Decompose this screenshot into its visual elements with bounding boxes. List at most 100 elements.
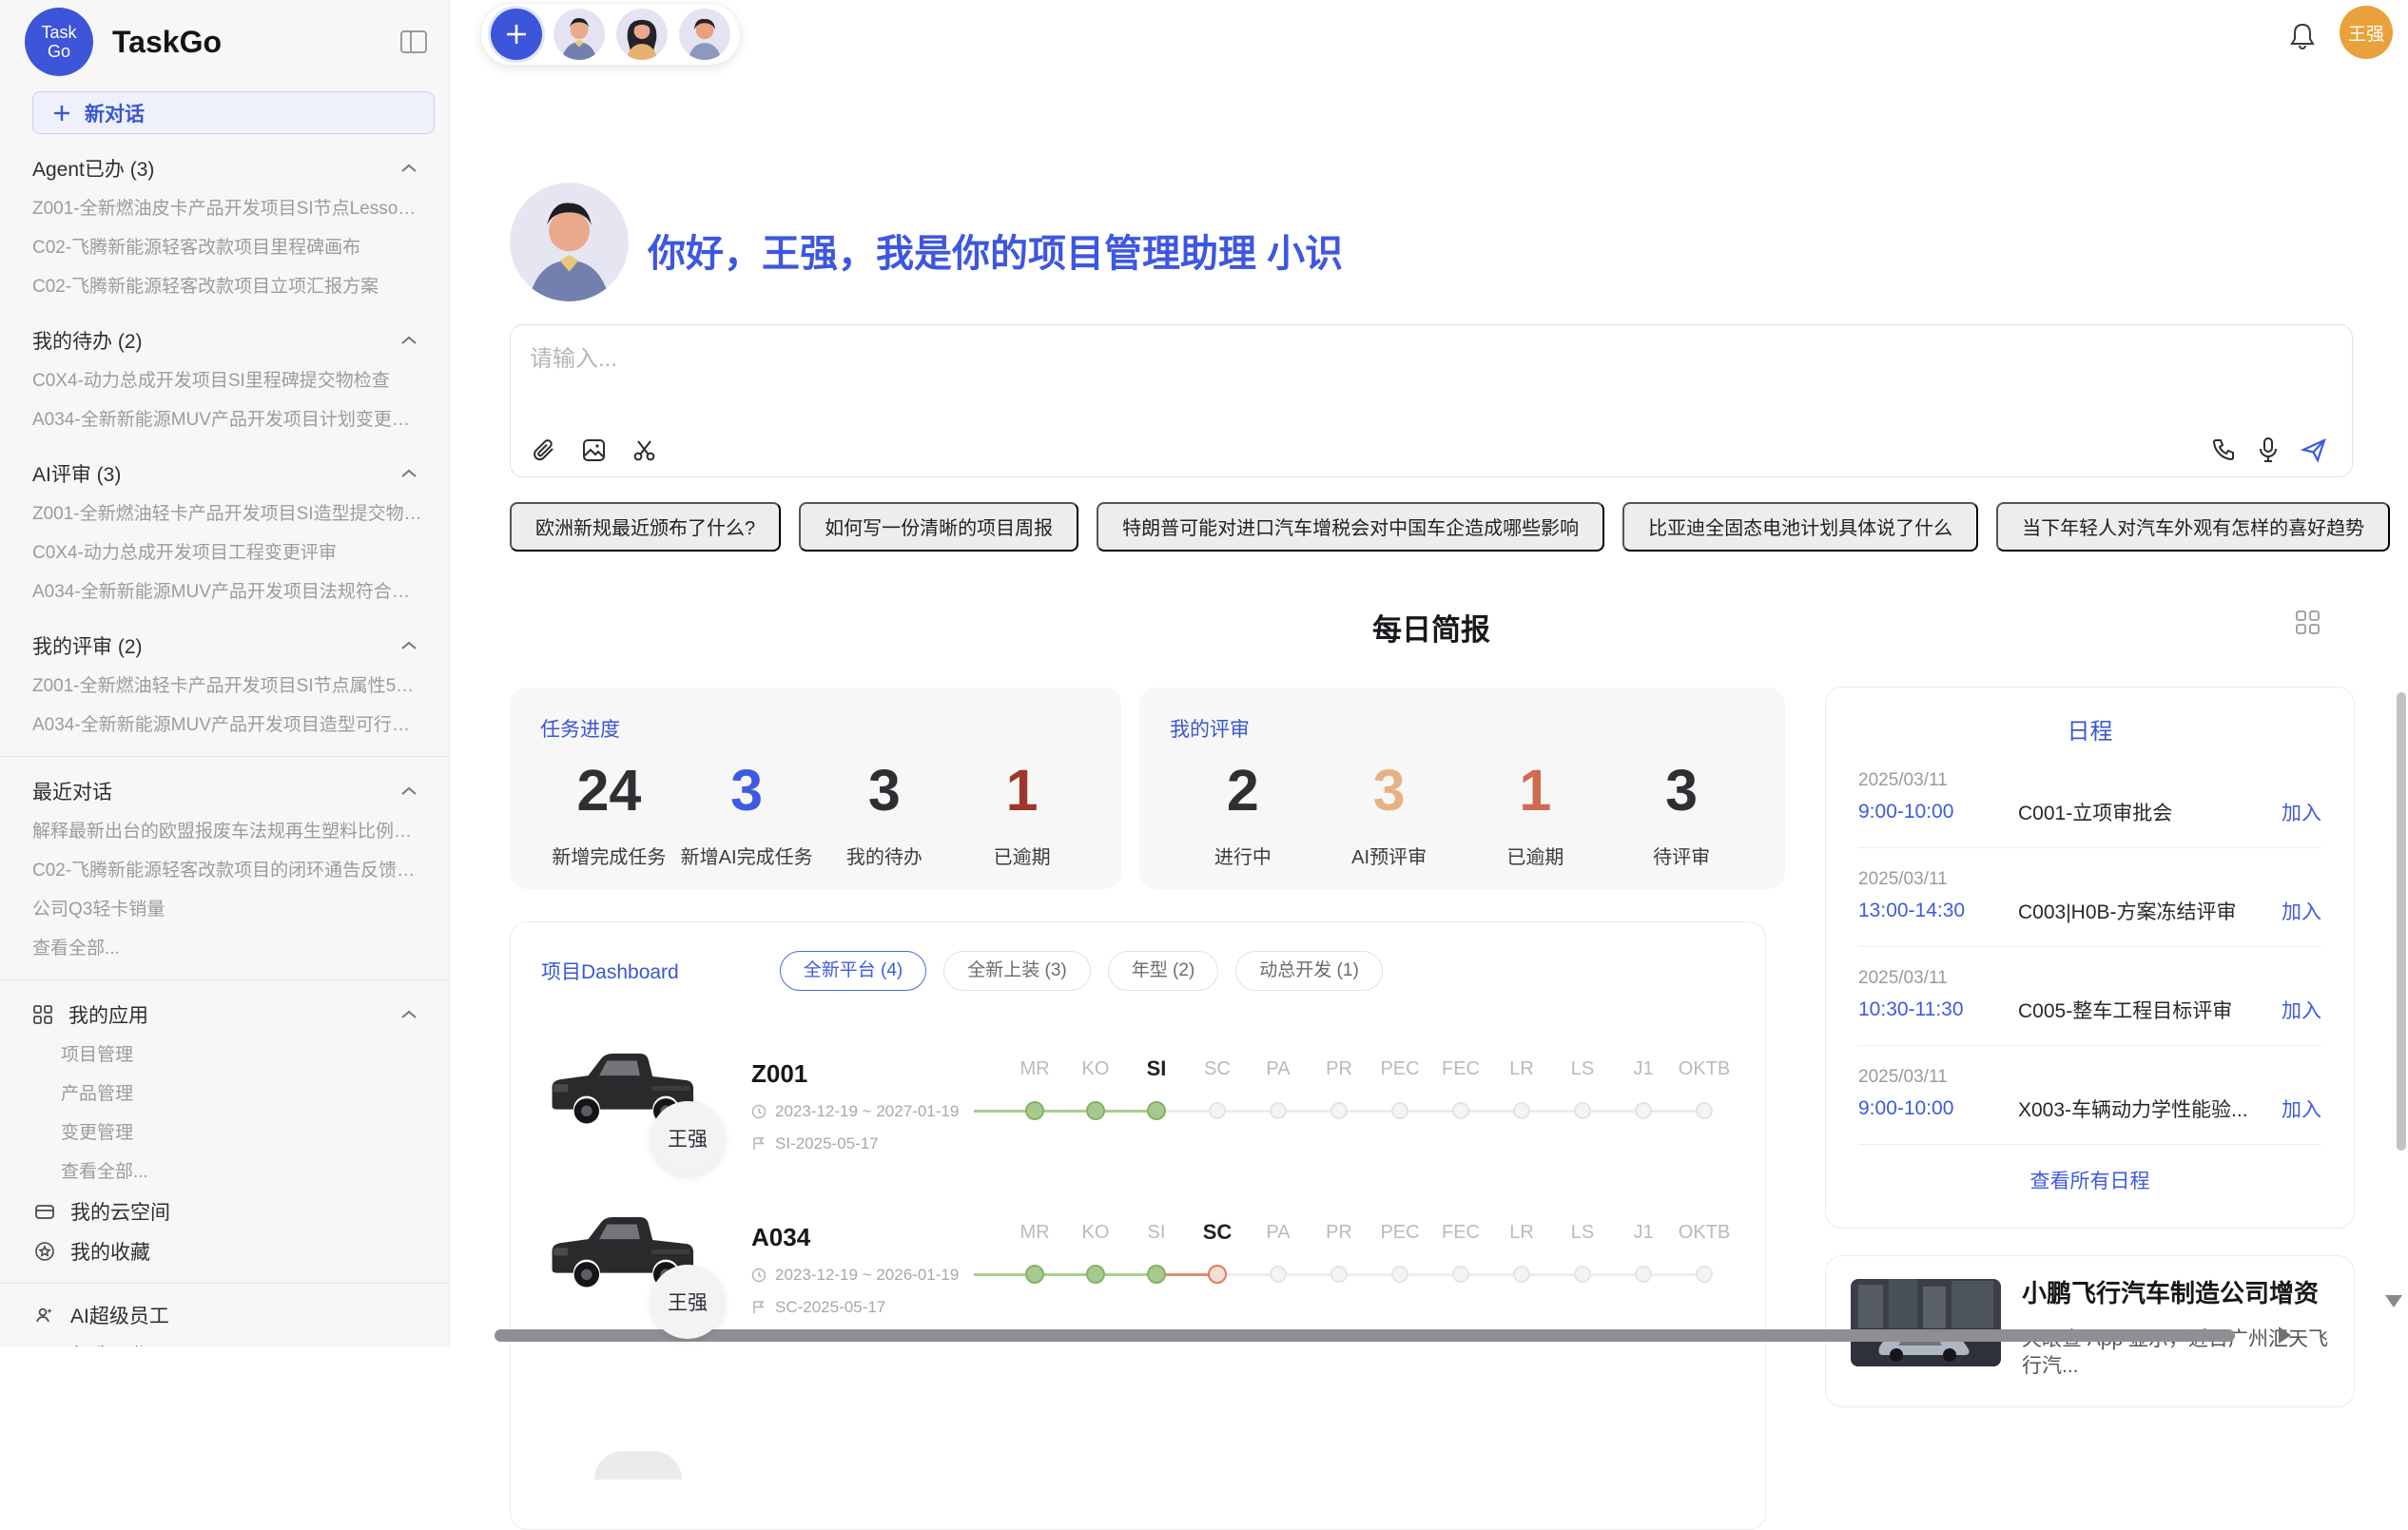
schedule-item: 2025/03/11 13:00-14:30 C003|H0B-方案冻结评审 加… — [1858, 869, 2321, 947]
member-avatar[interactable] — [553, 9, 605, 60]
sidebar-task-item[interactable]: A034-全新新能源MUV产品开发项目计划变更表编写 — [0, 400, 449, 439]
vertical-scrollbar-thumb[interactable] — [2397, 692, 2406, 1151]
main-area: 王强 你好，王强，我是你的项目管理助理 小识 — [450, 0, 2408, 1346]
sidebar-collapse-icon[interactable] — [399, 29, 428, 55]
my-review-link[interactable]: 我的评审 — [1170, 714, 1755, 743]
view-all-schedule-link[interactable]: 查看所有日程 — [1858, 1166, 2321, 1194]
member-avatar[interactable] — [616, 9, 668, 60]
milestone-dot — [1270, 1102, 1287, 1119]
project-row[interactable]: 王强 A034 2023-12-19 ~ 2026-01-19 — [541, 1200, 1735, 1318]
milestone-label: SI — [1148, 1219, 1166, 1246]
sidebar-apps-header[interactable]: 我的应用 — [0, 994, 449, 1036]
sidebar-task-item[interactable]: Z001-全新燃油轻卡产品开发项目SI节点属性5D文件评审 — [0, 667, 449, 706]
sidebar-task-item[interactable]: C0X4-动力总成开发项目SI里程碑提交物检查 — [0, 361, 449, 400]
join-meeting-link[interactable]: 加入 — [2282, 798, 2321, 826]
stat-label: 我的待办 — [816, 842, 954, 869]
suggestion-chip[interactable]: 比亚迪全固态电池计划具体说了什么 — [1622, 502, 1978, 552]
message-composer — [510, 324, 2353, 477]
sidebar-section-header[interactable]: 我的待办 (2) — [0, 320, 449, 361]
dashboard-filter-chip[interactable]: 动总开发 (1) — [1235, 951, 1383, 991]
sidebar-task-item[interactable]: A034-全新新能源MUV产品开发项目法规符合性评审 — [0, 572, 449, 611]
phone-icon[interactable] — [2211, 437, 2236, 462]
new-chat-label: 新对话 — [85, 99, 145, 127]
sidebar-item-cloud-space[interactable]: 我的云空间 — [0, 1191, 449, 1231]
milestone-dot — [1209, 1102, 1226, 1119]
milestone-dot — [1452, 1102, 1469, 1119]
join-meeting-link[interactable]: 加入 — [2282, 897, 2321, 925]
add-member-button[interactable] — [491, 9, 542, 60]
briefing-layout-icon[interactable] — [2295, 610, 2321, 635]
recent-chat-item[interactable]: 查看全部... — [0, 929, 449, 968]
recent-chat-item[interactable]: C02-飞腾新能源轻客改款项目的闭环通告反馈情况 — [0, 851, 449, 890]
sidebar-ai-tool[interactable]: AI超级员工 — [0, 1295, 449, 1335]
join-meeting-link[interactable]: 加入 — [2282, 1094, 2321, 1123]
notification-bell-icon[interactable] — [2288, 21, 2317, 51]
suggestion-chips: 欧洲新规最近颁布了什么? 如何写一份清晰的项目周报 特朗普可能对进口汽车增税会对… — [510, 502, 2390, 552]
suggestion-chip[interactable]: 如何写一份清晰的项目周报 — [799, 502, 1078, 552]
milestone-dot — [1696, 1266, 1713, 1283]
task-progress-link[interactable]: 任务进度 — [540, 714, 1091, 743]
sidebar-section-items: Z001-全新燃油皮卡产品开发项目SI节点Lesson Learn报告 C02-… — [0, 189, 449, 306]
member-avatar[interactable] — [679, 9, 730, 60]
app-item[interactable]: 变更管理 — [0, 1114, 449, 1152]
milestone-label: J1 — [1633, 1219, 1653, 1246]
sidebar-task-item[interactable]: Z001-全新燃油皮卡产品开发项目SI节点Lesson Learn报告 — [0, 189, 449, 228]
app-item[interactable]: 项目管理 — [0, 1036, 449, 1075]
stat-label: 新增完成任务 — [540, 842, 678, 869]
suggestion-chip[interactable]: 欧洲新规最近颁布了什么? — [510, 502, 781, 552]
milestone-label: SC — [1204, 1056, 1231, 1082]
suggestion-chip[interactable]: 当下年轻人对汽车外观有怎样的喜好趋势 — [1996, 502, 2390, 552]
send-icon[interactable] — [2301, 436, 2327, 463]
dashboard-filter-chip[interactable]: 全新平台 (4) — [780, 951, 927, 991]
dashboard-filter-chip[interactable]: 年型 (2) — [1108, 951, 1219, 991]
microphone-icon[interactable] — [2257, 436, 2280, 463]
user-avatar[interactable]: 王强 — [2340, 6, 2393, 59]
suggestion-chip[interactable]: 特朗普可能对进口汽车增税会对中国车企造成哪些影响 — [1097, 502, 1604, 552]
project-dashboard-link[interactable]: 项目Dashboard — [541, 957, 679, 985]
recent-chat-item[interactable]: 公司Q3轻卡销量 — [0, 890, 449, 929]
scissors-icon[interactable] — [631, 437, 657, 463]
sidebar-ai-tool[interactable]: 帮我写作 — [0, 1335, 449, 1346]
stat-value: 3 — [678, 756, 816, 824]
message-input[interactable] — [530, 340, 1956, 378]
scroll-down-arrow-icon[interactable] — [2385, 1295, 2402, 1307]
sidebar-section-title: Agent已办 (3) — [32, 154, 154, 183]
image-icon[interactable] — [581, 437, 607, 463]
schedule-card: 日程 2025/03/11 9:00-10:00 C001-立项审批会 加入 2… — [1825, 687, 2355, 1229]
horizontal-scrollbar-thumb[interactable] — [495, 1329, 2235, 1342]
clock-icon — [751, 1104, 767, 1119]
project-dates: 2023-12-19 ~ 2027-01-19 — [775, 1102, 959, 1121]
stat-label: 新增AI完成任务 — [678, 842, 816, 869]
stat-value: 24 — [540, 756, 678, 824]
milestone-dot — [1574, 1102, 1591, 1119]
milestone-label: KO — [1082, 1219, 1110, 1246]
new-chat-button[interactable]: 新对话 — [32, 91, 435, 134]
sidebar-task-item[interactable]: C02-飞腾新能源轻客改款项目立项汇报方案 — [0, 267, 449, 306]
dashboard-filter-chip[interactable]: 全新上装 (3) — [943, 951, 1091, 991]
sidebar-item-favorites[interactable]: 我的收藏 — [0, 1231, 449, 1271]
sidebar-section-header[interactable]: Agent已办 (3) — [0, 147, 449, 189]
sidebar-recent-header[interactable]: 最近对话 — [0, 770, 449, 812]
team-avatar-bar — [480, 3, 741, 66]
sidebar-section: Agent已办 (3) Z001-全新燃油皮卡产品开发项目SI节点Lesson … — [0, 147, 449, 306]
app-item[interactable]: 查看全部... — [0, 1152, 449, 1191]
sidebar-task-item[interactable]: A034-全新新能源MUV产品开发项目造型可行性评审 — [0, 706, 449, 745]
app-item[interactable]: 产品管理 — [0, 1075, 449, 1114]
task-progress-card: 任务进度 24 新增完成任务 3 新增AI完成任务 3 我的待办 — [510, 688, 1121, 889]
sidebar-section-title: AI评审 (3) — [32, 459, 121, 488]
milestone: PR — [1309, 1056, 1369, 1132]
join-meeting-link[interactable]: 加入 — [2282, 996, 2321, 1024]
recent-chat-item[interactable]: 解释最新出台的欧盟报废车法规再生塑料比例被调至15%... — [0, 812, 449, 851]
sidebar-task-item[interactable]: C0X4-动力总成开发项目工程变更评审 — [0, 533, 449, 572]
milestone: SI — [1126, 1219, 1187, 1295]
sidebar-task-item[interactable]: C02-飞腾新能源轻客改款项目里程碑画布 — [0, 228, 449, 267]
sidebar-section-header[interactable]: 我的评审 (2) — [0, 625, 449, 667]
attachment-icon[interactable] — [532, 437, 556, 463]
task-progress-stats: 24 新增完成任务 3 新增AI完成任务 3 我的待办 1 已逾期 — [540, 756, 1091, 869]
sidebar-task-item[interactable]: Z001-全新燃油轻卡产品开发项目SI造型提交物评审 — [0, 494, 449, 533]
sidebar-section-header[interactable]: AI评审 (3) — [0, 453, 449, 494]
project-row[interactable]: 王强 Z001 2023-12-19 ~ 2027-01-19 — [541, 1036, 1735, 1154]
schedule-title-link[interactable]: 日程 — [1858, 712, 2321, 746]
scroll-right-arrow-icon[interactable] — [2279, 1327, 2291, 1344]
stat-label: 已逾期 — [1463, 842, 1609, 869]
